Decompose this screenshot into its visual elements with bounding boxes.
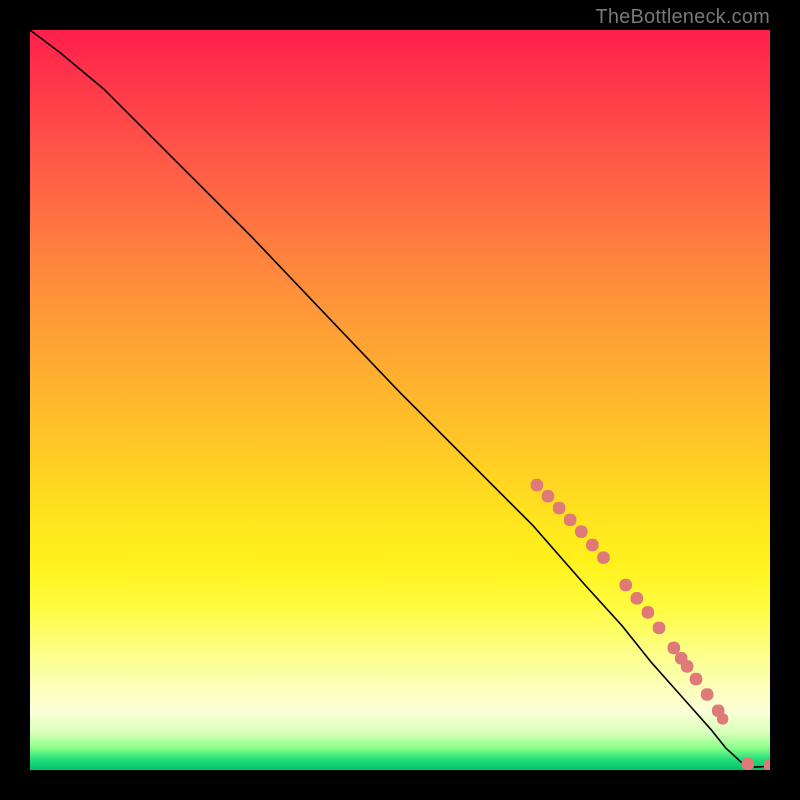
- data-point: [631, 592, 644, 605]
- data-point: [531, 479, 544, 492]
- chart-frame: TheBottleneck.com: [0, 0, 800, 800]
- data-point: [575, 525, 588, 538]
- bottleneck-curve: [30, 30, 770, 767]
- data-point: [712, 705, 725, 718]
- data-point: [668, 642, 681, 655]
- data-point: [586, 539, 599, 552]
- attribution-label: TheBottleneck.com: [595, 6, 770, 29]
- data-point: [653, 622, 666, 635]
- chart-svg: [30, 30, 770, 770]
- data-point-group: [531, 479, 770, 770]
- data-point: [564, 514, 577, 527]
- data-point: [681, 660, 694, 673]
- data-point: [701, 688, 714, 701]
- data-point: [642, 606, 655, 619]
- data-point: [619, 579, 632, 592]
- data-point: [597, 551, 610, 564]
- data-point: [690, 673, 703, 686]
- plot-area: [30, 30, 770, 770]
- data-point: [717, 713, 728, 724]
- data-point: [542, 490, 555, 503]
- data-point: [675, 652, 688, 665]
- data-point: [553, 502, 566, 515]
- data-point: [742, 758, 755, 770]
- data-point: [764, 759, 770, 770]
